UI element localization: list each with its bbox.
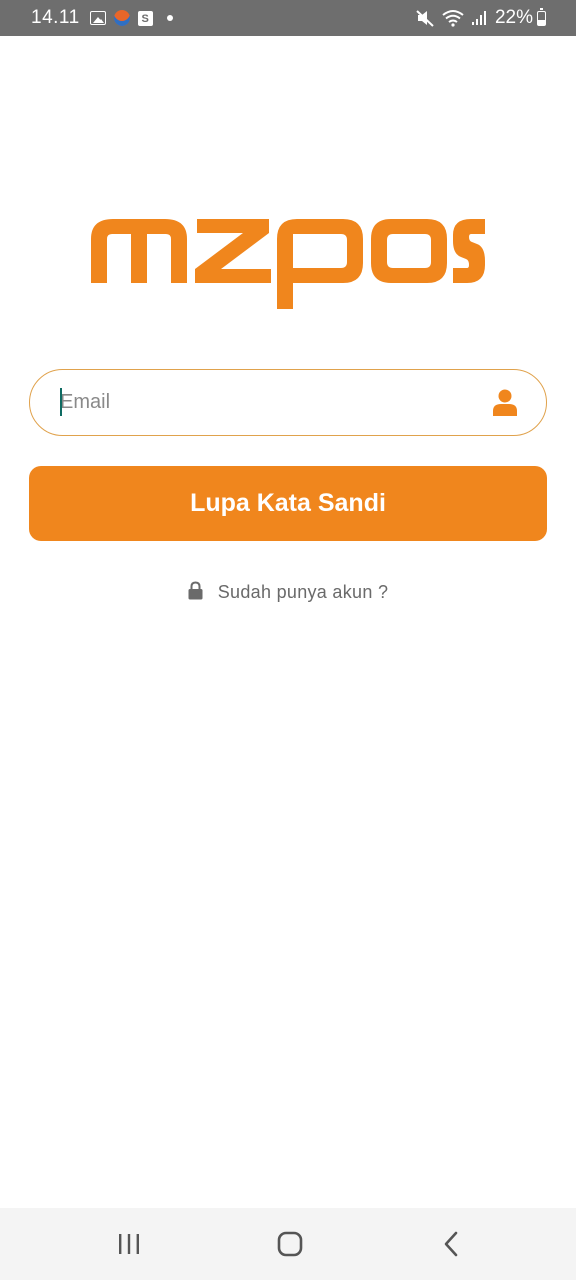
back-button[interactable] bbox=[411, 1208, 491, 1280]
signal-icon bbox=[471, 10, 487, 26]
status-right: 22% bbox=[409, 0, 546, 36]
login-link-label: Sudah punya akun ? bbox=[217, 581, 389, 602]
mzpos-logo bbox=[91, 219, 485, 309]
forgot-password-button[interactable]: Lupa Kata Sandi bbox=[29, 466, 547, 541]
recent-apps-button[interactable] bbox=[89, 1208, 169, 1280]
user-icon bbox=[493, 389, 517, 416]
status-bar: 14.11 S 22% bbox=[0, 0, 576, 36]
navigation-bar bbox=[0, 1208, 576, 1280]
email-field[interactable] bbox=[29, 369, 547, 436]
gallery-icon bbox=[89, 11, 106, 25]
status-left: 14.11 S bbox=[31, 0, 181, 36]
battery-icon bbox=[537, 8, 546, 26]
status-time: 14.11 bbox=[31, 7, 80, 28]
text-caret bbox=[60, 388, 62, 416]
email-input[interactable] bbox=[60, 370, 480, 434]
recent-apps-icon bbox=[119, 1234, 139, 1254]
dot-icon bbox=[166, 15, 173, 21]
home-icon bbox=[277, 1231, 303, 1257]
shop-icon: S bbox=[137, 10, 153, 26]
mute-icon bbox=[415, 9, 435, 27]
back-icon bbox=[444, 1231, 458, 1257]
battery-percent: 22% bbox=[494, 7, 533, 28]
lock-icon bbox=[188, 580, 203, 599]
home-button[interactable] bbox=[250, 1208, 330, 1280]
wifi-icon bbox=[441, 9, 465, 27]
already-have-account-link[interactable]: Sudah punya akun ? bbox=[0, 576, 576, 608]
app-notification-icon bbox=[113, 10, 130, 26]
logo-wordmark bbox=[91, 219, 485, 309]
